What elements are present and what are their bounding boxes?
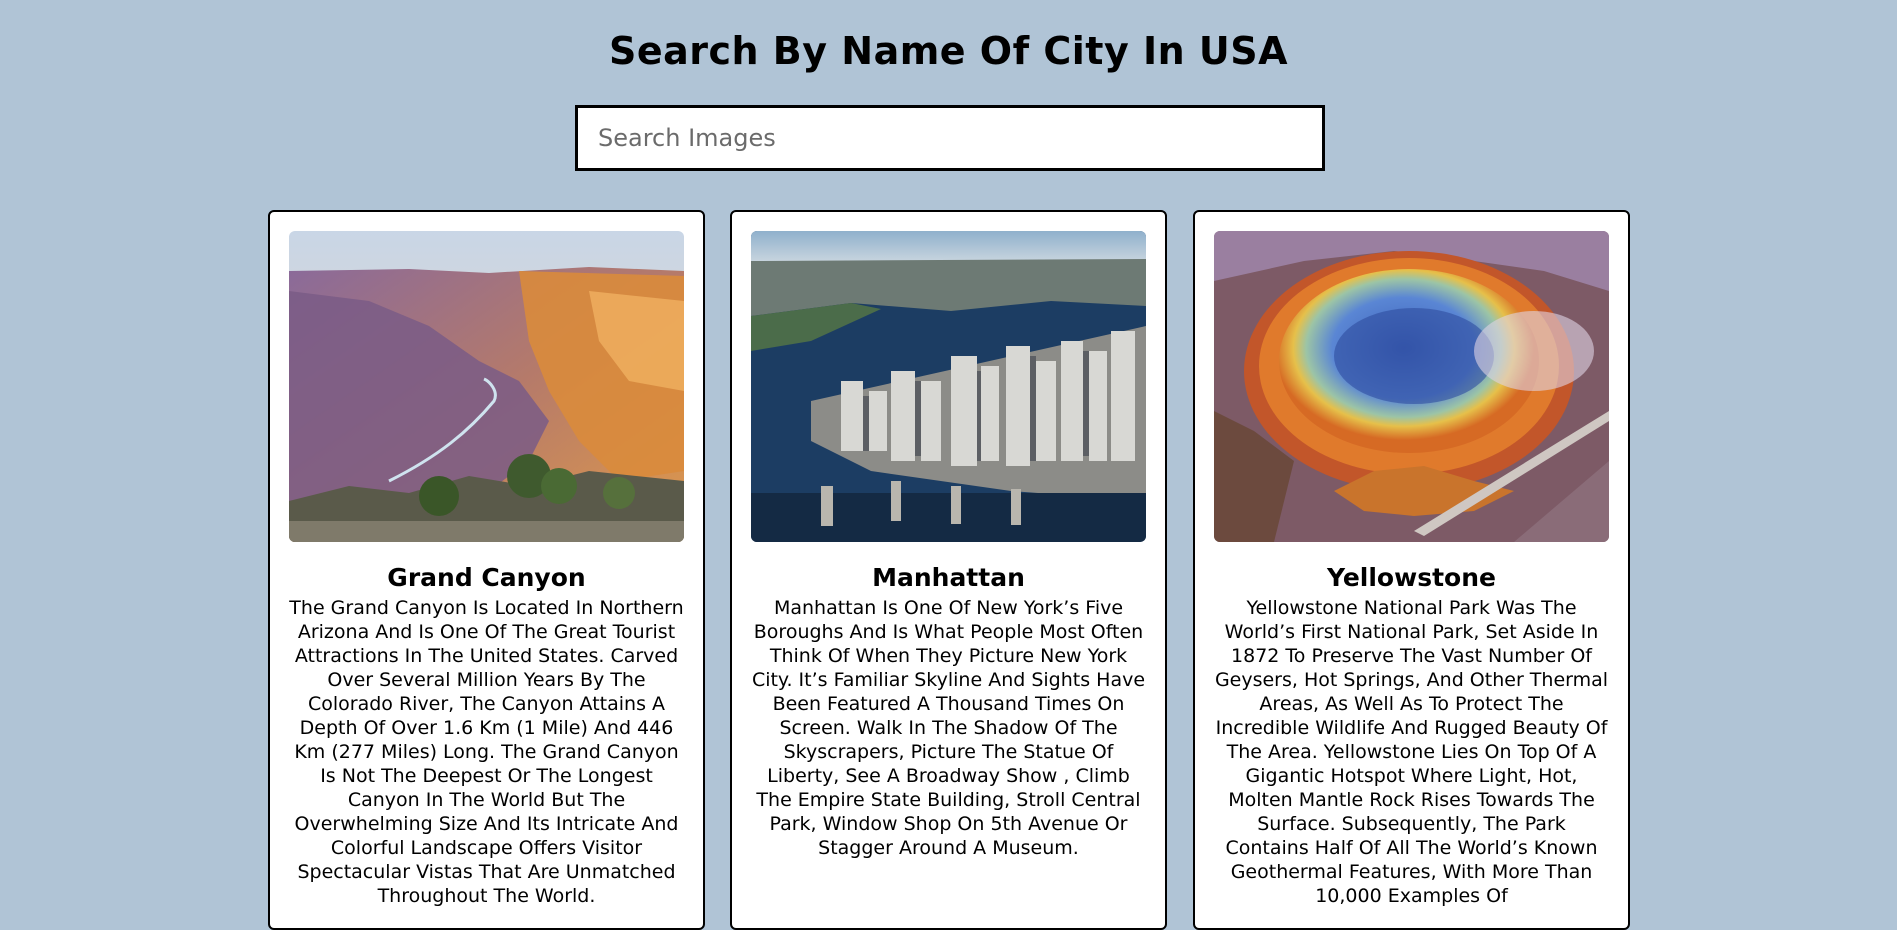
- city-card-yellowstone: Yellowstone Yellowstone National Park Wa…: [1193, 210, 1630, 930]
- yellowstone-image: [1214, 231, 1609, 542]
- page-title: Search By Name Of City In USA: [608, 29, 1289, 73]
- card-title: Yellowstone: [1327, 563, 1496, 592]
- search-box[interactable]: [575, 105, 1325, 171]
- city-card-grand-canyon: Grand Canyon The Grand Canyon Is Located…: [268, 210, 705, 930]
- card-description: The Grand Canyon Is Located In Northern …: [289, 597, 684, 907]
- card-description: Yellowstone National Park Was The World’…: [1214, 597, 1609, 907]
- card-title: Grand Canyon: [387, 563, 586, 592]
- grand-canyon-image: [289, 231, 684, 542]
- card-title: Manhattan: [872, 563, 1025, 592]
- search-input[interactable]: [578, 108, 1322, 168]
- card-description: Manhattan Is One Of New York’s Five Boro…: [751, 597, 1146, 859]
- manhattan-image: [751, 231, 1146, 542]
- city-card-manhattan: Manhattan Manhattan Is One Of New York’s…: [730, 210, 1167, 930]
